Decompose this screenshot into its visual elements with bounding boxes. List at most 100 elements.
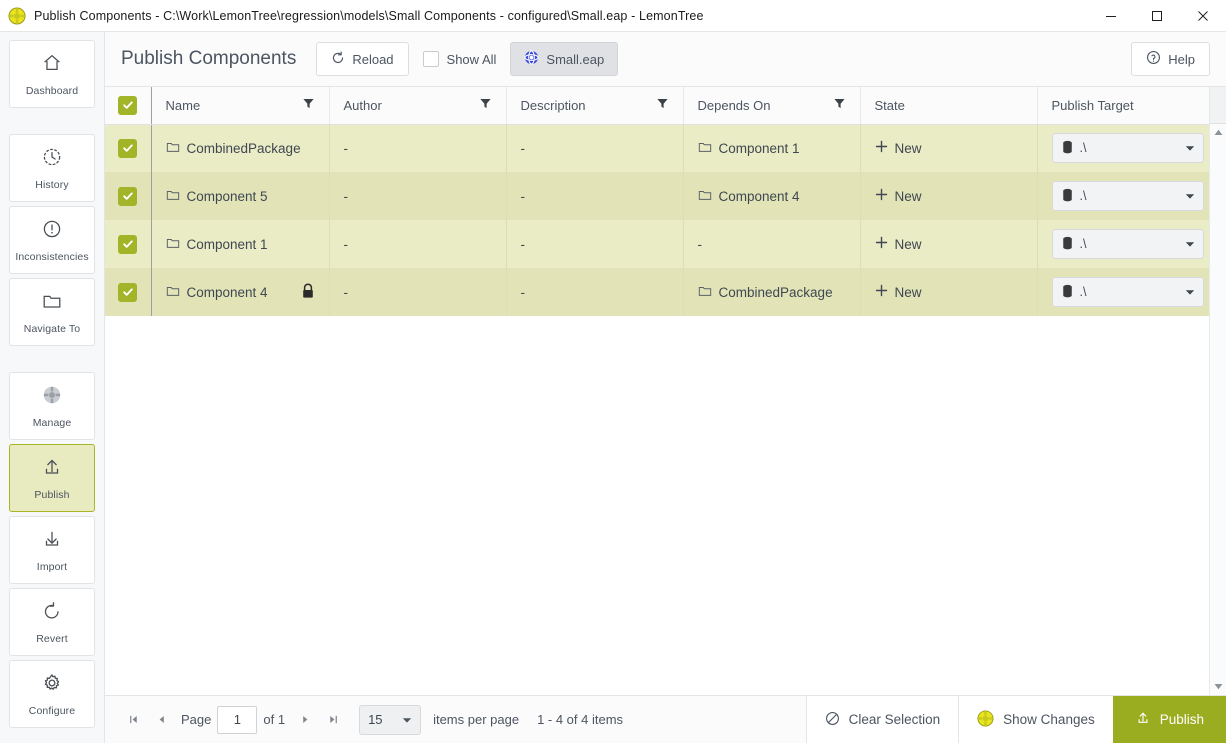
- question-circle-icon: [1146, 50, 1161, 68]
- cell-author: -: [329, 220, 507, 268]
- publish-target-select[interactable]: .\: [1051, 229, 1204, 259]
- row-checkbox[interactable]: [118, 234, 138, 254]
- grid-vertical-scrollbar[interactable]: [1209, 87, 1226, 695]
- database-icon: [1061, 140, 1074, 157]
- page-title: Publish Components: [121, 48, 297, 69]
- show-changes-button[interactable]: Show Changes: [958, 695, 1113, 743]
- select-all-checkbox[interactable]: [118, 95, 138, 115]
- eap-model-icon: [524, 50, 539, 68]
- undo-icon: [41, 600, 63, 627]
- column-header-label: Publish Target: [1051, 97, 1134, 113]
- sidebar-item-configure[interactable]: Configure: [9, 660, 95, 728]
- grid-empty-area: [105, 316, 1209, 695]
- filter-icon[interactable]: [833, 97, 846, 113]
- folder-icon: [166, 188, 180, 205]
- cell-state: New: [860, 268, 1038, 316]
- minimize-icon[interactable]: [1088, 0, 1134, 32]
- scroll-up-icon[interactable]: [1210, 124, 1226, 141]
- publish-target-select[interactable]: .\: [1051, 277, 1204, 307]
- filter-icon[interactable]: [656, 97, 669, 113]
- items-per-page-select[interactable]: 15: [359, 704, 422, 735]
- row-select-cell[interactable]: [105, 172, 152, 220]
- database-icon: [1061, 236, 1074, 253]
- table-row[interactable]: Component 1 - - - New .\: [105, 220, 1209, 268]
- content-toolbar: Publish Components Reload Show All Small…: [105, 32, 1226, 86]
- sidebar-item-label: Configure: [28, 704, 76, 717]
- close-icon[interactable]: [1180, 0, 1226, 32]
- next-page-icon[interactable]: [291, 706, 319, 734]
- cell-description: -: [506, 268, 684, 316]
- page-number-input[interactable]: [217, 705, 258, 734]
- sidebar-item-label: Revert: [36, 632, 68, 645]
- column-header-author[interactable]: Author: [329, 87, 507, 125]
- scroll-down-icon[interactable]: [1210, 678, 1226, 695]
- sidebar-item-manage[interactable]: Manage: [9, 372, 95, 440]
- cell-state-label: New: [894, 188, 922, 204]
- cell-depends-on-label: CombinedPackage: [718, 284, 833, 300]
- row-checkbox[interactable]: [118, 186, 138, 206]
- first-page-icon[interactable]: [119, 706, 147, 734]
- cell-depends-on-label: Component 1: [718, 140, 800, 156]
- sidebar-item-navigate-to[interactable]: Navigate To: [9, 278, 95, 346]
- folder-icon: [166, 284, 180, 301]
- sidebar-item-import[interactable]: Import: [9, 516, 95, 584]
- grid-columns: Name Author Description Depends On State…: [105, 87, 1209, 695]
- column-header-publish-target[interactable]: Publish Target: [1037, 87, 1209, 125]
- cell-author-label: -: [343, 188, 349, 204]
- sidebar-item-label: Import: [36, 560, 68, 573]
- column-header-label: Depends On: [697, 97, 771, 113]
- column-header-label: Author: [343, 97, 382, 113]
- sidebar-item-label: Manage: [32, 416, 72, 429]
- file-tab-small-eap[interactable]: Small.eap: [510, 42, 619, 76]
- page-label: Page: [181, 712, 212, 727]
- publish-button-label: Publish: [1159, 712, 1204, 727]
- row-checkbox[interactable]: [118, 282, 138, 302]
- last-page-icon[interactable]: [319, 706, 347, 734]
- cell-depends-on: CombinedPackage: [683, 268, 861, 316]
- sidebar-item-dashboard[interactable]: Dashboard: [9, 40, 95, 108]
- select-all-header[interactable]: [105, 87, 152, 125]
- checkbox-box: [422, 51, 439, 67]
- chevron-down-icon: [1185, 285, 1195, 299]
- cell-author: -: [329, 268, 507, 316]
- maximize-icon[interactable]: [1134, 0, 1180, 32]
- table-row[interactable]: Component 4 - - CombinedPackage New .\: [105, 268, 1209, 316]
- sidebar-item-inconsistencies[interactable]: Inconsistencies: [9, 206, 95, 274]
- home-icon: [41, 52, 63, 79]
- database-icon: [1061, 188, 1074, 205]
- publish-target-select[interactable]: .\: [1051, 181, 1204, 211]
- column-header-description[interactable]: Description: [506, 87, 684, 125]
- table-row[interactable]: CombinedPackage - - Component 1 New .\: [105, 124, 1209, 172]
- column-header-label: Description: [520, 97, 586, 113]
- cell-description-label: -: [520, 284, 526, 300]
- show-all-checkbox[interactable]: Show All: [422, 51, 496, 67]
- row-checkbox[interactable]: [118, 138, 138, 158]
- row-select-cell[interactable]: [105, 124, 152, 172]
- row-select-cell[interactable]: [105, 268, 152, 316]
- column-header-name[interactable]: Name: [151, 87, 330, 125]
- cell-description: -: [506, 172, 684, 220]
- help-button[interactable]: Help: [1131, 42, 1210, 76]
- column-header-depends-on[interactable]: Depends On: [683, 87, 861, 125]
- plus-icon: [875, 188, 888, 204]
- sidebar-item-history[interactable]: History: [9, 134, 95, 202]
- row-select-cell[interactable]: [105, 220, 152, 268]
- column-header-label: State: [874, 97, 905, 113]
- reload-button[interactable]: Reload: [316, 42, 409, 76]
- folder-icon: [166, 236, 180, 253]
- sidebar-item-publish[interactable]: Publish: [9, 444, 95, 512]
- chevron-down-icon: [1185, 141, 1195, 155]
- sidebar-item-revert[interactable]: Revert: [9, 588, 95, 656]
- folder-icon: [166, 140, 180, 157]
- clear-selection-button[interactable]: Clear Selection: [805, 695, 959, 743]
- scrollbar-track[interactable]: [1210, 141, 1226, 678]
- filter-icon[interactable]: [479, 97, 492, 113]
- column-header-state[interactable]: State: [860, 87, 1038, 125]
- publish-target-select[interactable]: .\: [1051, 133, 1204, 164]
- filter-icon[interactable]: [302, 97, 315, 113]
- cell-name-label: Component 4: [186, 284, 268, 300]
- prev-page-icon[interactable]: [147, 706, 175, 734]
- table-row[interactable]: Component 5 - - Component 4 New .\: [105, 172, 1209, 220]
- publish-button[interactable]: Publish: [1112, 695, 1226, 743]
- components-table: Name Author Description Depends On State…: [105, 87, 1209, 316]
